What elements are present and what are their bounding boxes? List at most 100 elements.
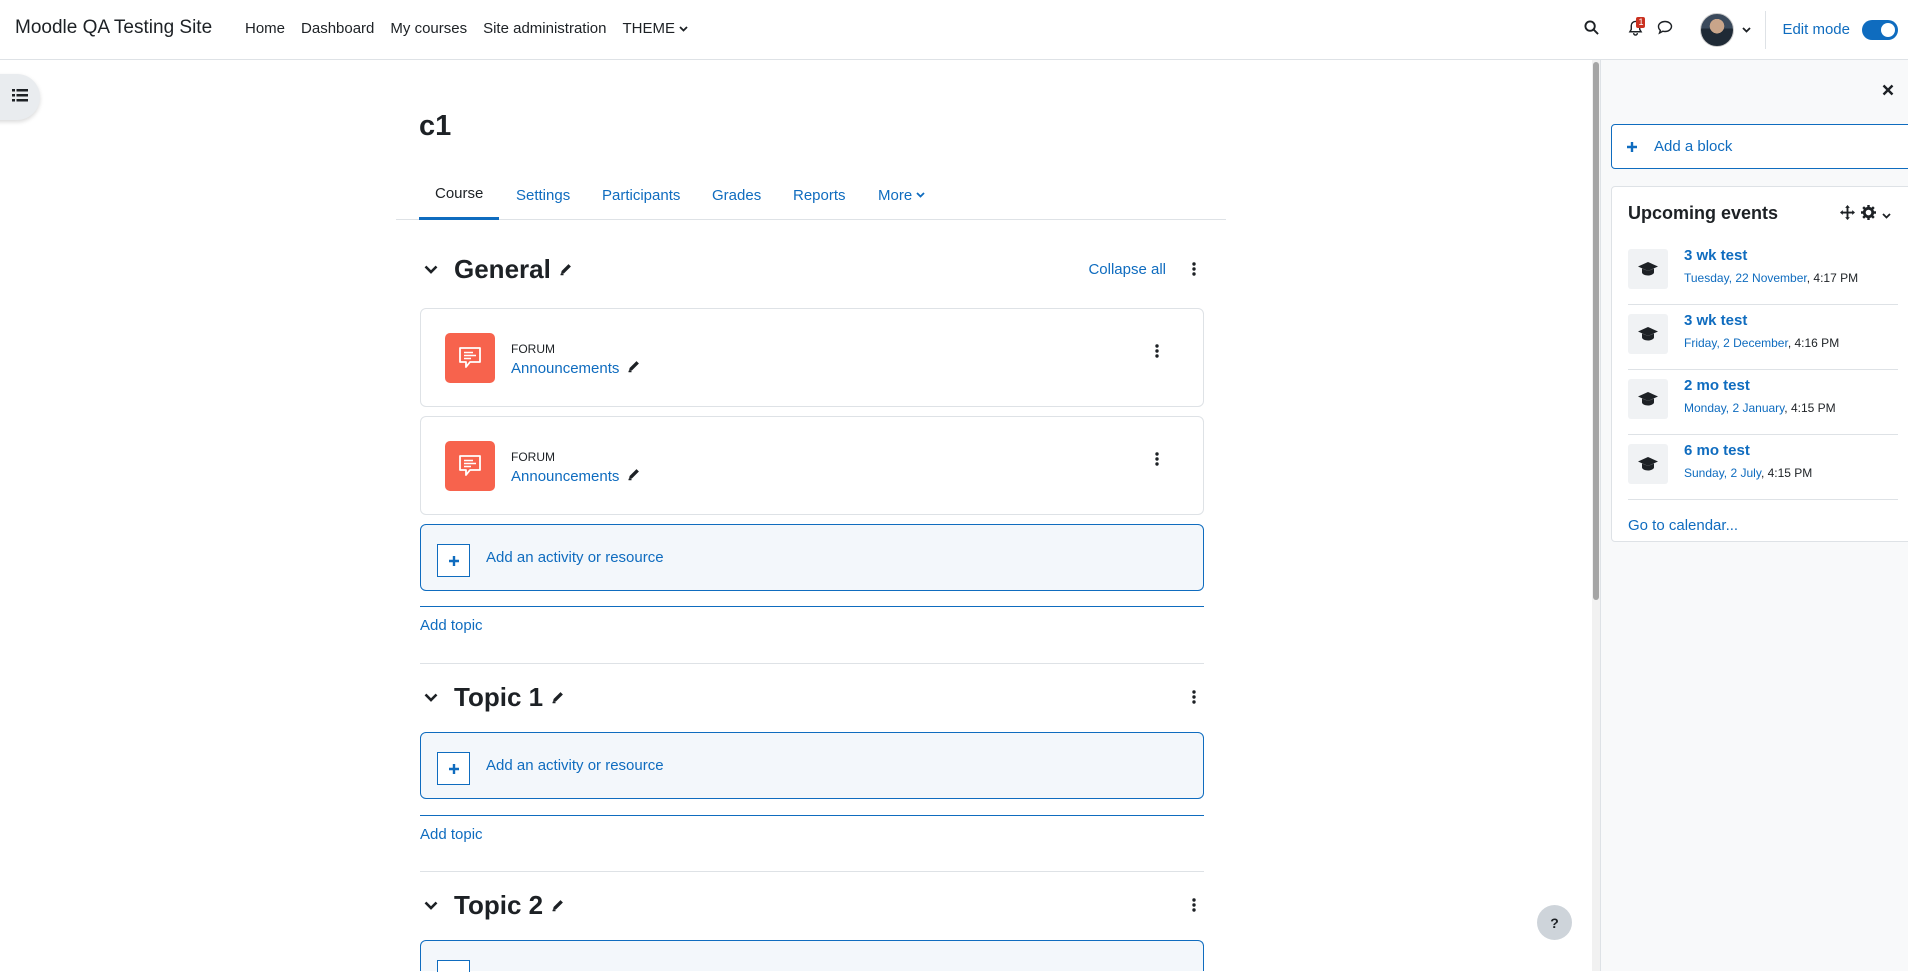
event-item: 3 wk test Tuesday, 22 November, 4:17 PM	[1628, 241, 1898, 305]
event-time: , 4:16 PM	[1787, 336, 1840, 350]
nav-theme-label: THEME	[622, 20, 676, 37]
search-icon	[1584, 20, 1599, 39]
user-menu-chevron-down-icon[interactable]	[1742, 26, 1752, 33]
event-date: Friday, 2 December, 4:16 PM	[1684, 336, 1839, 350]
graduation-cap-icon	[1628, 314, 1668, 354]
add-activity-label: Add an activity or resource	[486, 757, 664, 774]
plus-icon	[1626, 141, 1638, 153]
graduation-cap-icon	[1628, 379, 1668, 419]
add-block-label: Add a block	[1654, 138, 1733, 155]
move-icon[interactable]	[1840, 205, 1855, 224]
event-list-divider	[1628, 499, 1898, 500]
section-title-topic-1[interactable]: Topic 1	[454, 682, 543, 713]
edit-title-pencil-icon[interactable]	[559, 262, 573, 276]
tab-participants[interactable]: Participants	[602, 170, 680, 220]
chevron-down-icon	[916, 192, 925, 198]
event-date-link[interactable]: Tuesday, 22 November	[1684, 271, 1807, 285]
edit-title-pencil-icon[interactable]	[551, 690, 565, 704]
tab-more-label: More	[878, 186, 913, 204]
site-name[interactable]: Moodle QA Testing Site	[15, 17, 212, 39]
section-divider	[420, 663, 1204, 664]
event-link[interactable]: 2 mo test	[1684, 377, 1750, 394]
navbar-right: 1 Edit mode	[1576, 0, 1908, 59]
messages-button[interactable]	[1650, 15, 1680, 45]
section-menu-kebab-icon[interactable]	[1184, 682, 1204, 712]
chevron-down-icon[interactable]	[1882, 206, 1891, 223]
event-time: , 4:17 PM	[1806, 271, 1859, 285]
tab-course[interactable]: Course	[419, 170, 500, 220]
event-date-link[interactable]: Friday, 2 December	[1684, 336, 1788, 350]
add-block-button[interactable]: Add a block	[1611, 124, 1908, 169]
tab-reports[interactable]: Reports	[793, 170, 846, 220]
edit-title-pencil-icon[interactable]	[551, 898, 565, 912]
forum-icon[interactable]	[445, 441, 495, 491]
nav-dashboard[interactable]: Dashboard	[301, 20, 374, 37]
edit-name-pencil-icon[interactable]	[627, 359, 641, 377]
add-topic-divider	[420, 815, 1204, 816]
section-title-topic-2[interactable]: Topic 2	[454, 890, 543, 921]
notifications-button[interactable]: 1	[1620, 15, 1650, 45]
event-date: Tuesday, 22 November, 4:17 PM	[1684, 271, 1858, 285]
section-menu-kebab-icon[interactable]	[1184, 254, 1204, 284]
nav-my-courses[interactable]: My courses	[390, 20, 467, 37]
edit-mode-label: Edit mode	[1782, 21, 1850, 38]
event-link[interactable]: 6 mo test	[1684, 442, 1750, 459]
section-actions	[1184, 885, 1204, 925]
activity-link[interactable]: Announcements	[511, 360, 619, 377]
edit-name-pencil-icon[interactable]	[627, 467, 641, 485]
add-activity-button[interactable]: Add an activity or resource	[420, 524, 1204, 591]
user-avatar[interactable]	[1700, 12, 1735, 47]
event-date: Sunday, 2 July, 4:15 PM	[1684, 466, 1812, 480]
activity-menu-kebab-icon[interactable]	[1147, 336, 1167, 366]
section-menu-kebab-icon[interactable]	[1184, 890, 1204, 920]
activity-link[interactable]: Announcements	[511, 468, 619, 485]
nav-site-administration[interactable]: Site administration	[483, 20, 606, 37]
collapse-all-link[interactable]: Collapse all	[1088, 261, 1166, 278]
activity-menu-kebab-icon[interactable]	[1147, 444, 1167, 474]
activity-type-label: FORUM	[511, 450, 555, 464]
graduation-cap-icon	[1628, 249, 1668, 289]
graduation-cap-icon	[1628, 444, 1668, 484]
tab-more[interactable]: More	[878, 170, 925, 220]
tab-grades[interactable]: Grades	[712, 170, 761, 220]
block-drawer: Add a block Upcoming events 3 wk test Tu…	[1600, 60, 1908, 971]
course-index-toggle[interactable]	[0, 74, 40, 120]
event-link[interactable]: 3 wk test	[1684, 312, 1747, 329]
edit-mode-toggle[interactable]	[1862, 19, 1898, 40]
add-topic-link[interactable]: Add topic	[420, 617, 483, 634]
plus-icon	[437, 960, 470, 972]
activity-card: FORUM Announcements	[420, 416, 1204, 515]
nav-home[interactable]: Home	[245, 20, 285, 37]
navbar-divider	[1765, 10, 1767, 49]
event-date-link[interactable]: Sunday, 2 July	[1684, 466, 1761, 480]
add-topic-divider	[420, 606, 1204, 607]
event-time: , 4:15 PM	[1760, 466, 1813, 480]
add-activity-button[interactable]: Add an activity or resource	[420, 732, 1204, 799]
block-title: Upcoming events	[1628, 203, 1779, 223]
close-drawer-icon[interactable]	[1878, 80, 1898, 100]
go-to-calendar-link[interactable]: Go to calendar...	[1628, 517, 1738, 534]
help-button[interactable]: ?	[1537, 905, 1572, 940]
plus-icon	[437, 752, 470, 785]
event-item: 2 mo test Monday, 2 January, 4:15 PM	[1628, 371, 1898, 435]
section-collapse-chevron-icon[interactable]	[420, 693, 442, 702]
upcoming-events-block: Upcoming events 3 wk test Tuesday, 22 No…	[1611, 186, 1908, 542]
event-link[interactable]: 3 wk test	[1684, 247, 1747, 264]
gear-icon[interactable]	[1861, 205, 1876, 224]
chevron-down-icon	[679, 25, 688, 32]
search-button[interactable]	[1576, 15, 1606, 45]
add-activity-button[interactable]	[420, 940, 1204, 972]
add-topic-link[interactable]: Add topic	[420, 826, 483, 843]
section-collapse-chevron-icon[interactable]	[420, 901, 442, 910]
section-collapse-chevron-icon[interactable]	[420, 265, 442, 274]
block-controls	[1840, 205, 1891, 224]
tab-settings[interactable]: Settings	[516, 170, 570, 220]
nav-theme-dropdown[interactable]: THEME	[623, 20, 689, 37]
section-title-general[interactable]: General	[454, 254, 551, 285]
scrollbar-thumb[interactable]	[1593, 62, 1599, 600]
activity-type-label: FORUM	[511, 342, 555, 356]
course-title: c1	[419, 110, 452, 142]
activity-name: Announcements	[511, 359, 641, 377]
event-date-link[interactable]: Monday, 2 January	[1684, 401, 1784, 415]
forum-icon[interactable]	[445, 333, 495, 383]
